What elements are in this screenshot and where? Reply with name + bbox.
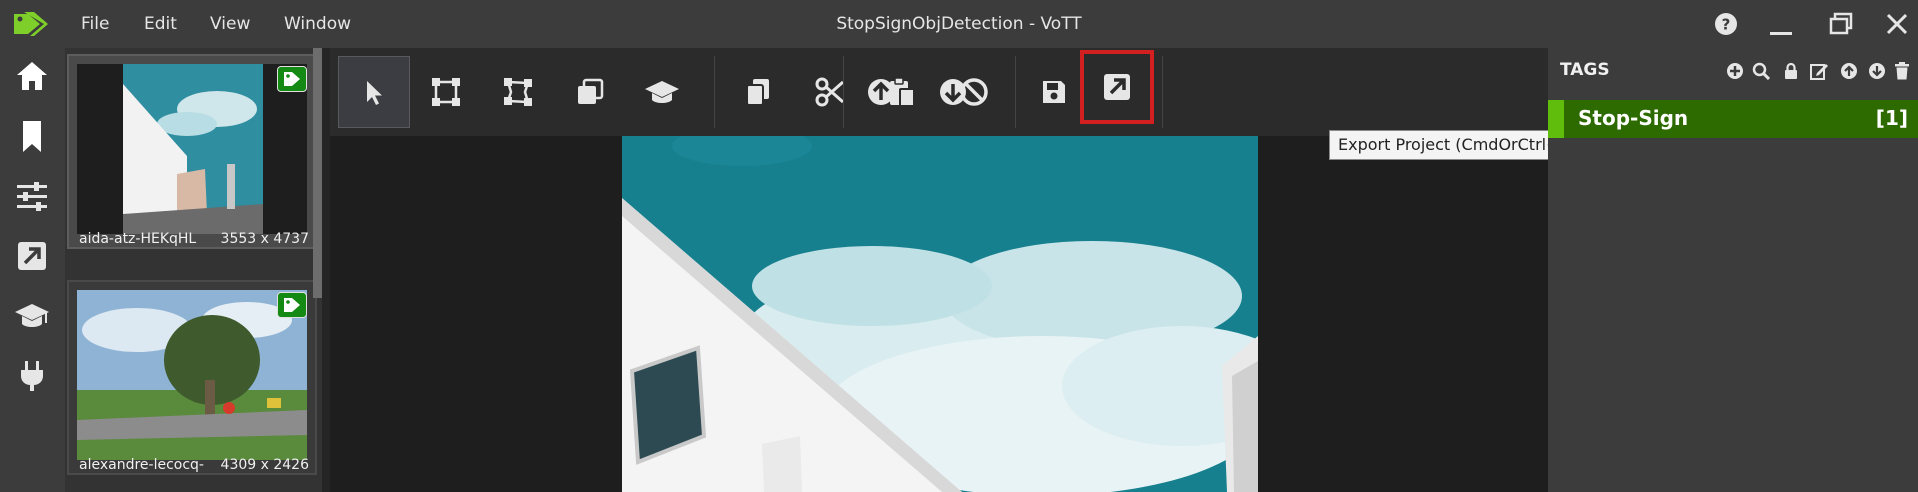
move-tag-down-icon[interactable] xyxy=(1868,62,1888,82)
asset-image xyxy=(622,136,1258,492)
asset-preview-list: aida-atz-HEKqHL 3553 x 4737 alexandre-le… xyxy=(65,48,322,492)
add-tag-icon[interactable] xyxy=(1726,62,1746,82)
delete-tag-icon[interactable] xyxy=(1894,62,1914,82)
asset-item[interactable]: aida-atz-HEKqHL 3553 x 4737 xyxy=(67,54,317,249)
tagged-badge-icon xyxy=(277,66,307,92)
lock-icon[interactable] xyxy=(1782,62,1802,82)
tag-item-stop-sign[interactable]: Stop-Sign [1] xyxy=(1548,100,1918,138)
editor-canvas[interactable] xyxy=(330,136,1548,492)
toolbar-separator xyxy=(1162,56,1163,128)
tags-toolbar xyxy=(1726,62,1909,82)
menu-view[interactable]: View xyxy=(210,0,250,48)
menu-file[interactable]: File xyxy=(81,0,109,48)
minimize-icon[interactable] xyxy=(1768,11,1794,37)
asset-thumbnail xyxy=(77,64,307,234)
graduation-cap-icon[interactable] xyxy=(12,298,52,338)
tagged-badge-icon xyxy=(277,292,307,318)
svg-text:?: ? xyxy=(1722,16,1731,34)
asset-list-scrollbar[interactable] xyxy=(313,48,322,298)
asset-dimensions: 3553 x 4737 xyxy=(220,231,309,247)
sliders-icon[interactable] xyxy=(12,178,52,218)
menu-window[interactable]: Window xyxy=(284,0,351,48)
icon-nav xyxy=(0,48,65,492)
tags-panel: TAGS Stop-Sign [1] xyxy=(1548,48,1918,492)
menu-edit[interactable]: Edit xyxy=(144,0,177,48)
export-icon[interactable] xyxy=(12,238,52,278)
tag-name: Stop-Sign xyxy=(1578,106,1689,130)
tag-hotkey: [1] xyxy=(1875,106,1908,130)
asset-dimensions: 4309 x 2426 xyxy=(220,457,309,473)
export-project-button[interactable] xyxy=(1080,50,1154,124)
search-tags-icon[interactable] xyxy=(1752,62,1772,82)
plug-icon[interactable] xyxy=(12,358,52,398)
next-asset-icon[interactable] xyxy=(917,56,989,128)
close-icon[interactable] xyxy=(1884,11,1910,37)
vott-logo-icon xyxy=(12,10,52,38)
editor-toolbar-nav-group xyxy=(330,48,1548,136)
asset-name: alexandre-lecocq-... xyxy=(79,457,204,473)
restore-icon[interactable] xyxy=(1828,11,1854,37)
bookmark-icon[interactable] xyxy=(12,118,52,158)
asset-thumbnail xyxy=(77,290,307,460)
help-icon[interactable]: ? xyxy=(1713,11,1739,37)
export-icon xyxy=(1104,74,1130,100)
title-bar: File Edit View Window StopSignObjDetecti… xyxy=(0,0,1918,48)
toolbar-separator xyxy=(1015,56,1016,128)
move-tag-up-icon[interactable] xyxy=(1840,62,1860,82)
previous-asset-icon[interactable] xyxy=(845,56,917,128)
edit-tag-icon[interactable] xyxy=(1810,62,1830,82)
export-tooltip: Export Project (CmdOrCtrl+E) xyxy=(1329,130,1585,160)
asset-item[interactable]: alexandre-lecocq-... 4309 x 2426 xyxy=(67,280,317,475)
tags-title: TAGS xyxy=(1560,60,1610,80)
home-icon[interactable] xyxy=(12,58,52,98)
asset-name: aida-atz-HEKqHL xyxy=(79,231,197,247)
